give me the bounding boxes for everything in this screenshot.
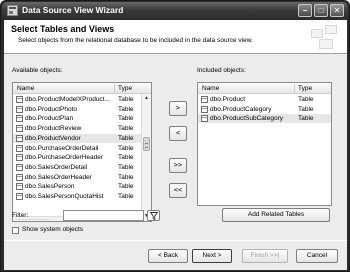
item-name: dbo.ProductCategory: [210, 105, 272, 113]
item-name: dbo.ProductPlan: [25, 115, 74, 123]
remove-all-button[interactable]: <<: [169, 183, 187, 198]
scroll-thumb[interactable]: [143, 137, 150, 151]
list-item[interactable]: dbo.ProductVendor Table: [13, 133, 142, 143]
item-name: dbo.SalesOrderHeader: [25, 173, 92, 181]
list-item[interactable]: dbo.Product Table: [198, 95, 331, 104]
table-icon: [16, 125, 23, 133]
footer-divider: [4, 240, 347, 241]
table-icon: [16, 134, 23, 142]
item-name: dbo.ProductModelXProduct...: [25, 96, 110, 103]
filter-label: Filter:: [12, 212, 29, 219]
list-item[interactable]: dbo.SalesPerson Table: [13, 182, 142, 191]
item-name: dbo.ProductReview: [25, 125, 82, 133]
column-type-header[interactable]: Type: [118, 85, 132, 92]
available-objects-label: Available objects:: [12, 67, 63, 74]
available-objects-list[interactable]: Name Type dbo.ProductModelXProduct... Tab…: [12, 82, 152, 222]
item-type: Table: [118, 163, 134, 171]
window-title: Data Source View Wizard: [22, 5, 124, 15]
page-subtitle: Select objects from the relational datab…: [18, 37, 253, 44]
item-type: Table: [118, 144, 134, 152]
included-objects-label: Included objects:: [197, 67, 246, 74]
item-type: Table: [118, 183, 134, 191]
table-icon: [201, 115, 208, 123]
item-type: Table: [118, 173, 134, 181]
table-icon: [16, 96, 23, 103]
item-type: Table: [118, 125, 134, 133]
list-item[interactable]: dbo.ProductPhoto Table: [13, 105, 142, 114]
item-name: dbo.Product: [210, 96, 246, 103]
table-icon: [16, 144, 23, 152]
scroll-up-icon[interactable]: ▲: [142, 94, 151, 103]
item-type: Table: [298, 96, 314, 103]
minimize-icon[interactable]: –: [298, 4, 312, 17]
column-type-header[interactable]: Type: [298, 85, 312, 92]
filter-input[interactable]: [63, 210, 144, 221]
finish-button[interactable]: Finish >>|: [242, 249, 288, 263]
item-name: dbo.PurchaseOrderHeader: [25, 154, 104, 162]
filter-button[interactable]: [147, 210, 160, 221]
show-system-objects-checkbox[interactable]: [12, 227, 19, 234]
table-icon: [201, 105, 208, 113]
add-all-button[interactable]: >>: [169, 158, 187, 173]
table-icon: [201, 96, 208, 103]
list-item[interactable]: dbo.SalesOrderHeader Table: [13, 173, 142, 182]
list-item[interactable]: dbo.SalesOrderDetail Table: [13, 163, 142, 172]
app-icon: [7, 5, 18, 16]
item-type: Table: [298, 115, 314, 123]
list-item[interactable]: dbo.PurchaseOrderHeader Table: [13, 153, 142, 162]
wizard-page: Select Tables and Views Select objects f…: [4, 20, 347, 270]
list-header: Name Type: [13, 83, 151, 94]
list-item[interactable]: dbo.ProductPlan Table: [13, 114, 142, 123]
back-button[interactable]: < Back: [148, 249, 188, 263]
add-selected-button[interactable]: >: [169, 101, 187, 116]
item-name: dbo.SalesOrderDetail: [25, 163, 88, 171]
item-name: dbo.SalesPersonQuotaHist: [25, 193, 104, 200]
table-icon: [16, 115, 23, 123]
table-icon: [16, 105, 23, 113]
included-objects-list[interactable]: Name Type dbo.Product Table dbo.ProductCat…: [197, 82, 332, 206]
remove-selected-button[interactable]: <: [169, 126, 187, 141]
table-icon: [16, 183, 23, 191]
add-related-tables-button[interactable]: Add Related Tables: [222, 208, 330, 222]
table-icon: [16, 173, 23, 181]
list-header: Name Type: [198, 83, 331, 94]
cancel-button[interactable]: Cancel: [296, 249, 338, 263]
list-item[interactable]: dbo.ProductReview Table: [13, 124, 142, 133]
vertical-scrollbar[interactable]: ▲ ▼: [141, 94, 151, 221]
item-name: dbo.SalesPerson: [25, 183, 75, 191]
maximize-icon[interactable]: □: [314, 4, 328, 17]
funnel-icon: [150, 212, 158, 220]
table-icon: [16, 154, 23, 162]
item-type: Table: [118, 115, 134, 123]
list-item[interactable]: dbo.ProductModelXProduct... Table: [13, 95, 142, 104]
list-item[interactable]: dbo.ProductSubCategory Table: [198, 114, 331, 124]
list-item[interactable]: dbo.SalesPersonQuotaHist Table: [13, 192, 142, 201]
wizard-window: Data Source View Wizard – □ ✕ Select Tab…: [0, 0, 350, 272]
item-type: Table: [298, 105, 314, 113]
list-item[interactable]: dbo.PurchaseOrderDetail Table: [13, 144, 142, 153]
item-name: dbo.ProductPhoto: [25, 105, 78, 113]
item-type: Table: [118, 105, 134, 113]
table-icon: [16, 163, 23, 171]
item-name: dbo.PurchaseOrderDetail: [25, 144, 99, 152]
item-type: Table: [118, 96, 134, 103]
item-name: dbo.ProductSubCategory: [210, 115, 283, 123]
header-decoration-icon: [307, 23, 341, 51]
title-bar[interactable]: Data Source View Wizard – □ ✕: [2, 2, 348, 19]
item-type: Table: [118, 154, 134, 162]
item-type: Table: [118, 134, 134, 142]
column-name-header[interactable]: Name: [202, 85, 219, 92]
item-name: dbo.ProductVendor: [25, 134, 81, 142]
table-icon: [16, 193, 23, 200]
close-icon[interactable]: ✕: [330, 4, 344, 17]
wizard-header: Select Tables and Views Select objects f…: [4, 20, 347, 54]
item-type: Table: [118, 193, 134, 200]
page-title: Select Tables and Views: [11, 24, 115, 34]
show-system-objects-label[interactable]: Show system objects: [22, 226, 83, 233]
next-button[interactable]: Next >: [192, 249, 232, 263]
column-name-header[interactable]: Name: [17, 85, 34, 92]
list-item[interactable]: dbo.ProductCategory Table: [198, 105, 331, 114]
